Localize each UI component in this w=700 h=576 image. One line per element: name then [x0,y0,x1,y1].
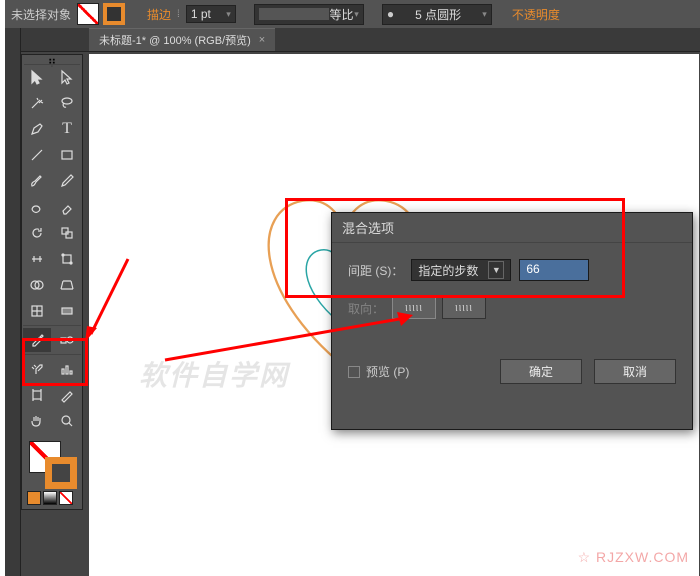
slice-tool[interactable] [53,383,81,407]
spacing-value-text: 66 [526,262,539,276]
selection-status: 未选择对象 [11,6,71,23]
stroke-preview-line [259,8,329,20]
hand-tool[interactable] [23,409,51,433]
orient-align-page[interactable]: ⲒⲒⲒⲒⲒ [392,297,436,319]
orientation-row: 取向： ⲒⲒⲒⲒⲒ ⲒⲒⲒⲒⲒ [348,297,676,319]
shape-builder-tool[interactable] [23,273,51,297]
direct-selection-tool[interactable] [53,65,81,89]
spacing-mode-dropdown[interactable]: 指定的步数 ▼ [411,259,511,281]
orientation-label: 取向： [348,300,384,317]
color-mode-solid[interactable] [27,491,41,505]
document-tab[interactable]: 未标题-1* @ 100% (RGB/预览) × [89,28,275,51]
dialog-footer: 预览 (P) 确定 取消 [332,351,692,392]
fill-stroke-swatches[interactable] [77,3,125,25]
color-mode-row [23,489,81,507]
toolbox-handle[interactable]: ⠿ [24,57,80,65]
paintbrush-tool[interactable] [23,169,51,193]
spacing-row: 间距 (S)： 指定的步数 ▼ 66 [348,259,676,281]
pencil-tool[interactable] [53,169,81,193]
checkbox-icon [348,366,360,378]
fill-none-swatch[interactable] [77,3,99,25]
close-icon[interactable]: × [259,34,265,46]
blob-brush-tool[interactable] [23,195,51,219]
watermark-text: 软件自学网 [139,354,289,394]
dash-field[interactable]: 等比▾ [254,4,364,25]
options-bar: 未选择对象 描边 ⁞ 1 pt▾ 等比▾ ● 5 点圆形▾ 不透明度 [5,0,700,28]
spacing-label: 间距 (S)： [348,262,403,279]
profile-field[interactable]: ● 5 点圆形▾ [382,4,492,25]
stroke-weight-value: 1 pt [191,7,211,21]
watermark-url: ☆ RJZXW.COM [578,549,689,566]
left-panel-strip [5,28,21,576]
spacing-value-input[interactable]: 66 [519,259,589,281]
pen-tool[interactable] [23,117,51,141]
blend-tool[interactable] [53,328,81,352]
blend-options-dialog: 混合选项 间距 (S)： 指定的步数 ▼ 66 取向： ⲒⲒⲒⲒⲒ ⲒⲒⲒⲒⲒ [331,212,693,430]
preview-label: 预览 (P) [366,363,409,380]
stroke-weight-field[interactable]: 1 pt▾ [186,5,236,23]
chevron-down-icon: ▼ [488,261,504,279]
profile-value: 5 点圆形 [415,6,461,23]
type-tool[interactable]: T [53,117,81,141]
orient-align-path[interactable]: ⲒⲒⲒⲒⲒ [442,297,486,319]
mesh-tool[interactable] [23,299,51,323]
document-tab-title: 未标题-1* @ 100% (RGB/预览) [99,32,251,48]
stroke-swatch[interactable] [103,3,125,25]
free-transform-tool[interactable] [53,247,81,271]
selection-tool[interactable] [23,65,51,89]
eraser-tool[interactable] [53,195,81,219]
cancel-button[interactable]: 取消 [594,359,676,384]
lasso-tool[interactable] [53,91,81,115]
document-tab-bar: 未标题-1* @ 100% (RGB/预览) × [5,28,700,52]
eyedropper-tool[interactable] [23,328,51,352]
toolbox: ⠿ T [21,54,83,510]
stroke-swatch-large[interactable] [45,457,77,489]
preview-checkbox[interactable]: 预览 (P) [348,363,409,380]
gradient-tool[interactable] [53,299,81,323]
dash-value: 等比 [330,6,354,23]
magic-wand-tool[interactable] [23,91,51,115]
opacity-label: 不透明度 [512,6,560,23]
perspective-grid-tool[interactable] [53,273,81,297]
ok-button[interactable]: 确定 [500,359,582,384]
color-mode-gradient[interactable] [43,491,57,505]
column-graph-tool[interactable] [53,357,81,381]
stroke-label: 描边 [147,6,171,23]
width-tool[interactable] [23,247,51,271]
zoom-tool[interactable] [53,409,81,433]
artboard-tool[interactable] [23,383,51,407]
stroke-arrows[interactable]: ⁞ [177,9,180,20]
spacing-mode-value: 指定的步数 [418,262,478,279]
dialog-title: 混合选项 [332,213,692,243]
rotate-tool[interactable] [23,221,51,245]
fill-stroke-control[interactable] [23,439,81,487]
color-mode-none[interactable] [59,491,73,505]
symbol-sprayer-tool[interactable] [23,357,51,381]
rectangle-tool[interactable] [53,143,81,167]
line-tool[interactable] [23,143,51,167]
scale-tool[interactable] [53,221,81,245]
